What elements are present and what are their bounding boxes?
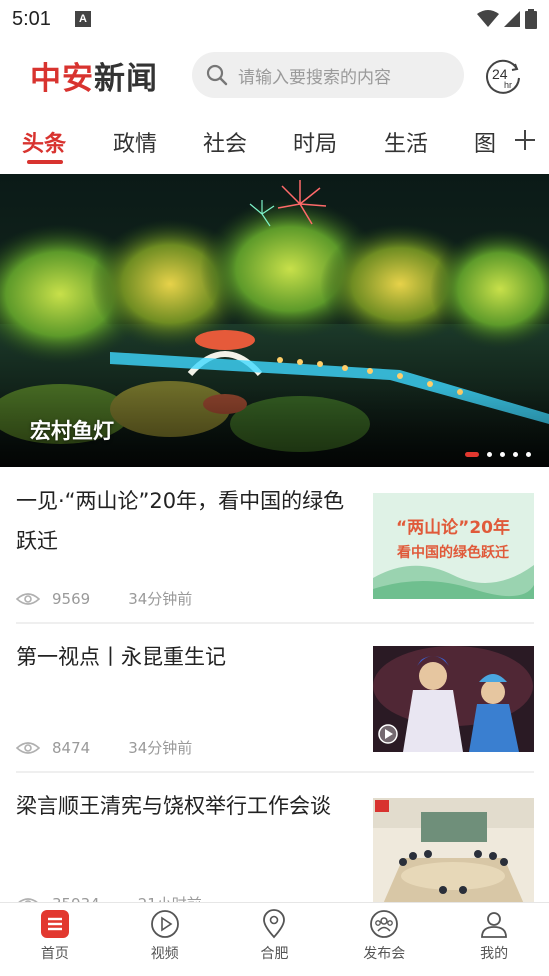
play-icon [150, 910, 179, 938]
nav-label: 我的 [480, 946, 509, 962]
carousel-dot [513, 452, 518, 457]
eye-icon [16, 741, 40, 754]
carousel-dots [465, 452, 531, 457]
location-icon [263, 909, 286, 939]
carousel-dot [487, 452, 492, 457]
nav-label: 首页 [40, 946, 69, 962]
divider [16, 622, 534, 624]
24hr-news-icon[interactable]: 24 hr [484, 56, 522, 94]
nav-press[interactable]: 发布会 [329, 903, 439, 976]
thumb-text-2: 看中国的绿色跃迁 [396, 544, 509, 561]
news-title: 梁言顺王清宪与饶权举行工作会谈 [16, 794, 331, 818]
news-title: 第一视点丨永昆重生记 [16, 645, 226, 669]
tab-shiju[interactable]: 时局 [293, 126, 337, 158]
publish-time: 34分钟前 [128, 590, 193, 608]
news-item[interactable]: 第一视点丨永昆重生记 8474 34分钟前 [0, 625, 549, 773]
carousel-dot [500, 452, 505, 457]
nav-home[interactable]: 首页 [0, 903, 110, 976]
user-icon [481, 912, 507, 938]
news-thumbnail [373, 798, 534, 902]
add-tab-icon[interactable] [513, 128, 537, 152]
news-meta: 8474 34分钟前 [16, 737, 192, 758]
publish-time: 34分钟前 [128, 739, 193, 757]
carousel-dot [526, 452, 531, 457]
nav-hefei[interactable]: 合肥 [220, 903, 330, 976]
battery-icon [525, 9, 537, 29]
banner-caption: 宏村鱼灯 [30, 419, 114, 443]
view-count: 9569 [52, 589, 91, 608]
wifi-icon [477, 10, 499, 27]
a-icon: A [74, 11, 91, 27]
nav-profile[interactable]: 我的 [439, 903, 549, 976]
search-placeholder: 请输入要搜索的内容 [238, 67, 391, 88]
home-icon [40, 910, 69, 938]
publish-time: 21小时前 [138, 893, 202, 902]
thumbnail-image [373, 798, 534, 902]
nav-video[interactable]: 视频 [110, 903, 220, 976]
news-title: 一见·“两山论”20年，看中国的绿色跃迁 [16, 489, 345, 553]
app-screen: 5:01 A 中安新闻 请输入要搜索的内容 24 hr 头条 政情 社会 时局 … [0, 0, 549, 976]
status-icons [477, 9, 537, 29]
news-item[interactable]: 一见·“两山论”20年，看中国的绿色跃迁 9569 34分钟前 “两山论”20年… [0, 467, 549, 625]
nav-label: 视频 [150, 946, 179, 962]
thumbnail-image: “两山论”20年 看中国的绿色跃迁 [373, 493, 534, 599]
app-header: 中安新闻 请输入要搜索的内容 24 hr [0, 40, 549, 110]
news-thumbnail: “两山论”20年 看中国的绿色跃迁 [373, 493, 534, 599]
thumb-text-1: “两山论”20年 [396, 517, 510, 538]
nav-label: 合肥 [260, 946, 289, 962]
tab-shenghuo[interactable]: 生活 [384, 126, 428, 158]
tab-tu[interactable]: 图 [474, 126, 496, 158]
status-time: 5:01 [12, 7, 51, 30]
view-count: 35934 [52, 895, 100, 903]
signal-icon [504, 11, 520, 27]
search-input[interactable]: 请输入要搜索的内容 [192, 52, 464, 98]
news-item[interactable]: 梁言顺王清宪与饶权举行工作会谈 35934 21小时前 [0, 773, 549, 902]
news-meta: 9569 34分钟前 [16, 588, 192, 609]
tab-shehui[interactable]: 社会 [203, 126, 247, 158]
thumbnail-image [373, 646, 534, 752]
logo-dark-text: 新闻 [94, 60, 158, 97]
people-icon [370, 910, 399, 938]
carousel-dot [465, 452, 479, 457]
banner-carousel[interactable]: 宏村鱼灯 [0, 174, 549, 467]
bottom-nav: 首页 视频 合肥 发布会 我的 [0, 902, 549, 976]
news-meta: 35934 21小时前 [16, 893, 202, 902]
tab-zhengqing[interactable]: 政情 [113, 126, 157, 158]
nav-label: 发布会 [363, 946, 406, 962]
status-bar: 5:01 A [0, 0, 549, 38]
news-thumbnail [373, 646, 534, 752]
eye-icon [16, 592, 40, 605]
category-tabs: 头条 政情 社会 时局 生活 图 [0, 116, 549, 172]
tab-toutiao[interactable]: 头条 [22, 126, 66, 158]
search-icon [206, 64, 228, 86]
logo-red-text: 中安 [30, 60, 94, 97]
view-count: 8474 [52, 738, 91, 757]
active-tab-indicator [27, 160, 63, 164]
app-logo: 中安新闻 [30, 53, 158, 98]
clock-icon-sub: hr [504, 80, 512, 90]
